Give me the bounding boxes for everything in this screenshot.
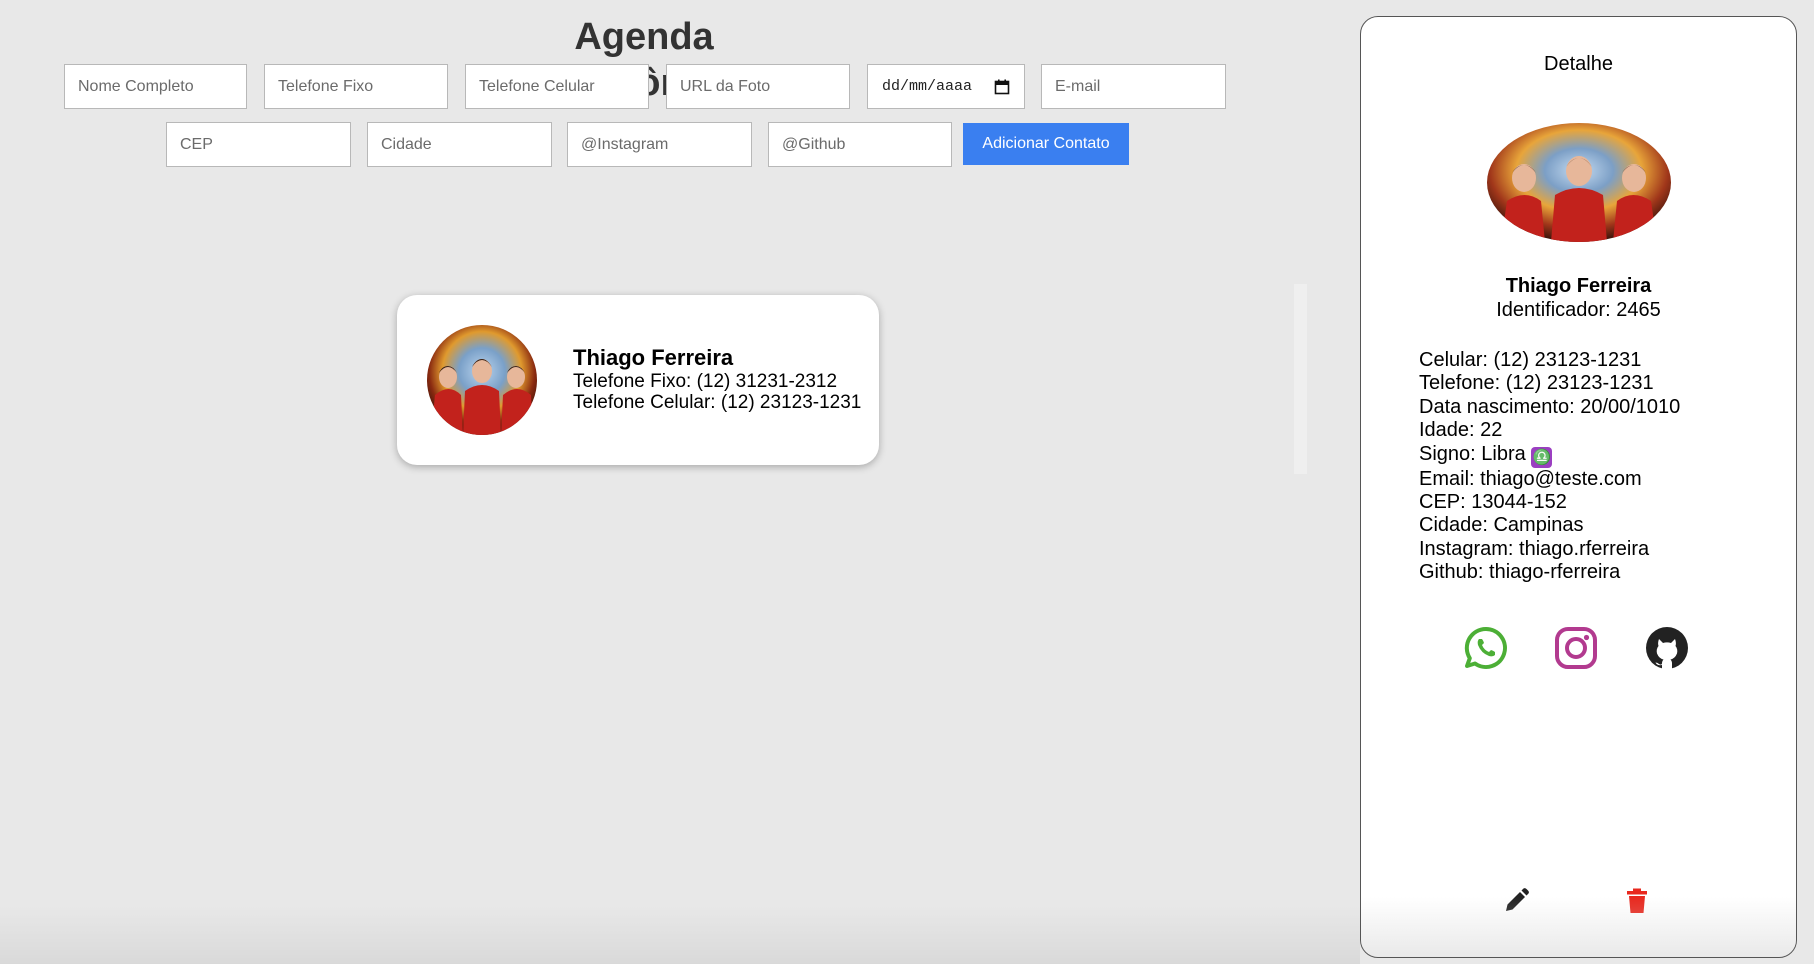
contact-name: Thiago Ferreira [573,345,734,370]
detail-avatar [1487,123,1671,242]
url-foto-input[interactable] [666,64,850,109]
detail-data-nascimento: Data nascimento: 20/00/1010 [1419,395,1681,418]
detail-title: Detalhe [1544,53,1613,75]
detail-signo-row: Signo: Libra ♎ [1419,443,1680,468]
telefone-celular-input[interactable] [465,64,649,109]
telefone-fixo-input[interactable] [264,64,448,109]
contact-telefone-celular: Telefone Celular: (12) 23123-1231 [573,392,862,413]
contact-telefone-fixo: Telefone Fixo: (12) 31231-2312 [573,371,838,392]
github-icon[interactable] [1644,625,1690,671]
detail-list: Celular: (12) 23123-1231 Telefone: (12) … [1419,349,1680,585]
contact-info: Thiago Ferreira Telefone Fixo: (12) 3123… [573,345,861,413]
panel-bottom-shadow [1361,897,1796,957]
date-placeholder: dd/mm/aaaa [882,78,973,95]
nome-completo-input[interactable] [64,64,247,109]
instagram-icon[interactable] [1553,625,1599,671]
cep-input[interactable] [166,122,351,167]
calendar-icon[interactable] [994,79,1010,95]
libra-icon: ♎ [1531,446,1553,468]
detail-identificador: Identificador: 2465 [1496,299,1661,321]
detail-instagram: Instagram: thiago.rferreira [1419,537,1650,560]
email-input[interactable] [1041,64,1226,109]
scrollbar[interactable] [1294,284,1307,474]
page: Agenda Telefônica dd/mm/aaaa Adicionar C… [0,0,1814,964]
instagram-input[interactable] [567,122,752,167]
whatsapp-icon[interactable] [1463,625,1509,671]
contact-avatar [427,325,537,435]
detail-panel: Detalhe Thiago Ferreira Identificador: 2… [1360,16,1797,958]
detail-idade: Idade: 22 [1419,419,1503,442]
detail-github: Github: thiago-rferreira [1419,561,1621,584]
detail-cep: CEP: 13044-152 [1419,491,1567,514]
detail-email: Email: thiago@teste.com [1419,467,1642,490]
detail-telefone: Telefone: (12) 23123-1231 [1419,372,1654,395]
bottom-shadow [0,905,1360,964]
detail-celular: Celular: (12) 23123-1231 [1419,349,1642,371]
adicionar-contato-button[interactable]: Adicionar Contato [963,123,1129,165]
detail-cidade: Cidade: Campinas [1419,514,1584,537]
detail-signo: Signo: Libra [1419,442,1526,465]
detail-name: Thiago Ferreira [1505,275,1652,297]
cidade-input[interactable] [367,122,552,167]
github-input[interactable] [768,122,952,167]
data-nascimento-input[interactable]: dd/mm/aaaa [867,64,1025,109]
contact-card[interactable]: Thiago Ferreira Telefone Fixo: (12) 3123… [397,295,879,465]
